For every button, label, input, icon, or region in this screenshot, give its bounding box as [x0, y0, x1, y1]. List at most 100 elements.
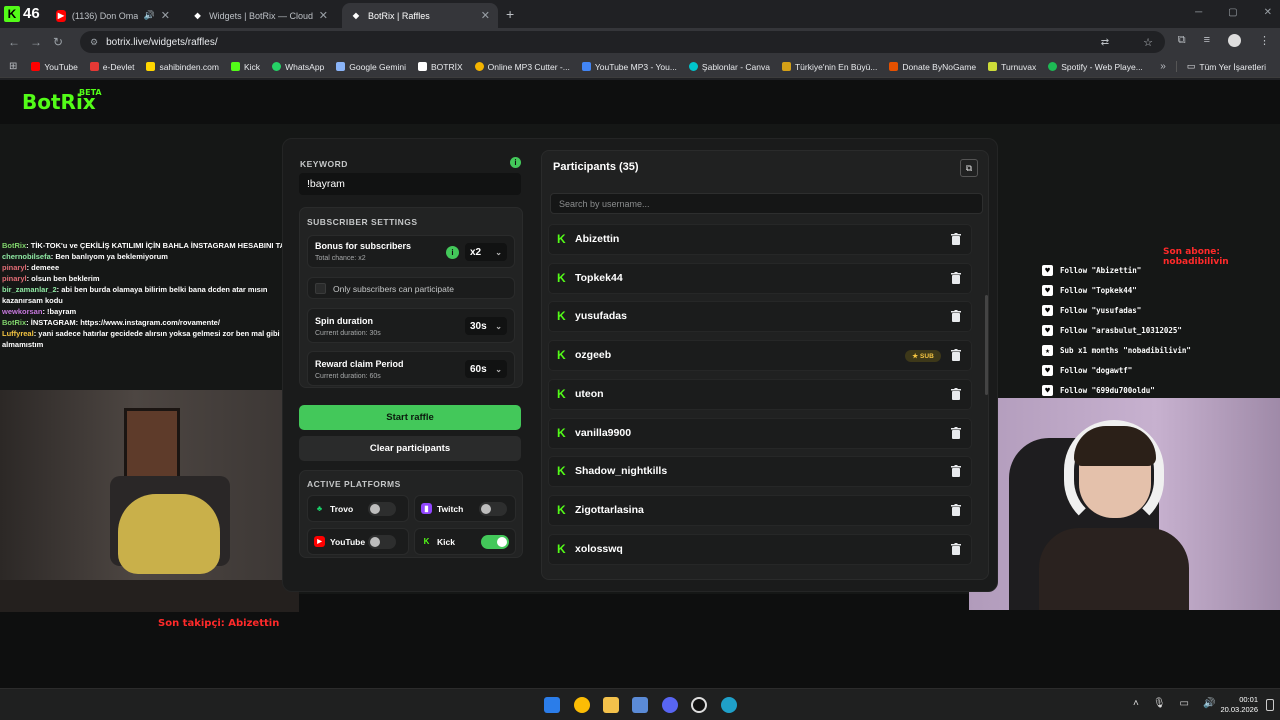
chat-line: chernobilsefa: Ben banlıyom ya beklemiyo…	[0, 251, 300, 262]
kick-toggle[interactable]	[481, 535, 509, 549]
chevron-up-icon[interactable]: ˄	[1133, 698, 1139, 709]
close-window-icon[interactable]: ✕	[1264, 7, 1272, 18]
kick-icon: K	[557, 232, 566, 246]
start-raffle-button[interactable]: Start raffle	[299, 405, 521, 430]
keyword-label: KEYWORD	[300, 159, 348, 169]
twitch-toggle[interactable]	[479, 502, 507, 516]
trash-icon[interactable]	[951, 233, 961, 245]
clear-participants-button[interactable]: Clear participants	[299, 436, 521, 461]
scrollbar[interactable]	[985, 295, 988, 395]
spin-select[interactable]: 30s ⌄	[465, 317, 507, 335]
site-info-icon[interactable]: ⚙	[90, 37, 98, 48]
profile-avatar[interactable]	[1228, 34, 1241, 47]
spin-setting: Spin duration Current duration: 30s 30s ⌄	[307, 308, 515, 343]
all-bookmarks[interactable]: ▭ Tüm Yer İşaretleri	[1175, 61, 1272, 72]
notification-icon[interactable]	[1266, 699, 1274, 711]
tab-widgets[interactable]: ◆ Widgets | BotRix — Cloud Strea ✕	[184, 3, 336, 28]
toolbar-actions: ⧉ ≡ ⋮	[1178, 34, 1270, 47]
bookmark-item[interactable]: Türkiye'nin En Büyü...	[776, 62, 883, 72]
trash-icon[interactable]	[951, 503, 961, 516]
trash-icon[interactable]	[951, 349, 961, 362]
tab-youtube[interactable]: ▶ (1136) Don Omar - Danza K 🔊 ✕	[48, 3, 178, 28]
select-value: 60s	[470, 363, 487, 375]
bookmark-item[interactable]: YouTube	[25, 62, 83, 72]
canva-icon	[688, 62, 698, 71]
bookmark-star-icon[interactable]: ☆	[1143, 36, 1153, 49]
event-text: Follow "Topkek44"	[1060, 285, 1137, 295]
menu-icon[interactable]: ⋮	[1259, 34, 1270, 47]
back-icon[interactable]: ←	[3, 35, 25, 49]
close-icon[interactable]: ✕	[319, 9, 328, 22]
chat-user: bir_zamanlar_2	[2, 285, 57, 294]
participant-search-input[interactable]: Search by username...	[550, 193, 983, 214]
forward-icon[interactable]: →	[25, 35, 47, 49]
trash-icon[interactable]	[951, 310, 961, 323]
bookmark-item[interactable]: Turnuvax	[982, 62, 1042, 72]
page-content: BotRix BETA BotRix: TİK-TOK'u ve ÇEKİLİŞ…	[0, 80, 1280, 688]
active-platforms-card: ACTIVE PLATFORMS ♣ Trovo ▮ Twitch ▶ YouT…	[299, 470, 523, 558]
app-icon[interactable]	[632, 697, 648, 713]
info-icon[interactable]: i	[446, 246, 459, 259]
bookmark-item[interactable]: Spotify - Web Playe...	[1042, 62, 1149, 72]
toggle-knob	[370, 504, 380, 514]
bookmark-item[interactable]: Donate ByNoGame	[883, 62, 982, 72]
only-subs-setting[interactable]: Only subscribers can participate	[307, 277, 515, 299]
youtube-toggle[interactable]	[368, 535, 396, 549]
trash-icon[interactable]	[951, 426, 961, 439]
edge-icon[interactable]	[721, 697, 737, 713]
bookmark-item[interactable]: Kick	[225, 62, 266, 72]
bonus-select[interactable]: x2 ⌄	[465, 243, 507, 261]
bookmark-item[interactable]: sahibinden.com	[140, 62, 225, 72]
bookmark-item[interactable]: WhatsApp	[266, 62, 330, 72]
network-icon[interactable]: ▭	[1180, 698, 1189, 709]
clock[interactable]: 00:01 20.03.2026	[1220, 695, 1258, 715]
subscriber-settings-card: SUBSCRIBER SETTINGS Bonus for subscriber…	[299, 207, 523, 388]
info-icon[interactable]: i	[510, 157, 521, 168]
reload-icon[interactable]: ↻	[47, 35, 69, 49]
new-tab-button[interactable]: +	[506, 6, 514, 22]
chrome-icon[interactable]	[574, 697, 590, 713]
kick-badge[interactable]: K 46	[4, 5, 40, 22]
extensions-icon[interactable]: ⧉	[1178, 34, 1186, 47]
bookmark-label: Tüm Yer İşaretleri	[1199, 61, 1266, 72]
bookmark-item[interactable]: BOTRİX	[412, 62, 469, 72]
bookmark-item[interactable]: Şablonlar - Canva	[683, 62, 776, 72]
copy-icon[interactable]: ⧉	[960, 159, 978, 177]
microphone-icon[interactable]: 🎙	[1153, 698, 1166, 709]
only-subs-checkbox[interactable]	[315, 283, 326, 294]
trash-icon[interactable]	[951, 271, 961, 284]
bookmark-item[interactable]: e-Devlet	[84, 62, 141, 72]
reward-setting: Reward claim Period Current duration: 60…	[307, 351, 515, 386]
bookmarks-overflow[interactable]: »	[1150, 61, 1176, 72]
kick-icon: K	[557, 541, 566, 556]
trash-icon[interactable]	[951, 465, 961, 478]
discord-icon[interactable]	[662, 697, 678, 713]
address-bar[interactable]: ⚙ botrix.live/widgets/raffles/ ⇄ ☆	[80, 31, 1165, 53]
close-icon[interactable]: ✕	[481, 9, 490, 22]
reward-select[interactable]: 60s ⌄	[465, 360, 507, 378]
translate-icon[interactable]: ⇄	[1101, 37, 1109, 48]
trash-icon[interactable]	[951, 542, 961, 555]
speaker-icon[interactable]: 🔊	[144, 10, 155, 21]
platform-twitch: ▮ Twitch	[414, 495, 516, 522]
trovo-toggle[interactable]	[368, 502, 396, 516]
close-icon[interactable]: ✕	[161, 9, 170, 22]
bookmark-item[interactable]: Google Gemini	[330, 62, 412, 72]
obs-icon[interactable]	[691, 697, 707, 713]
apps-icon[interactable]: ⊞	[0, 61, 25, 72]
turnuvax-icon	[988, 62, 998, 71]
media-icon[interactable]: ≡	[1204, 34, 1210, 47]
keyword-input[interactable]: !bayram	[299, 173, 521, 195]
tab-raffles[interactable]: ◆ BotRix | Raffles ✕	[342, 3, 498, 28]
trash-icon[interactable]	[951, 387, 961, 400]
minimize-icon[interactable]: ─	[1195, 7, 1202, 18]
kick-icon: K	[557, 386, 566, 401]
start-icon[interactable]	[544, 697, 560, 713]
maximize-icon[interactable]: ▢	[1228, 7, 1237, 18]
file-explorer-icon[interactable]	[603, 697, 619, 713]
chat-user: pinaryl	[2, 274, 27, 283]
bookmark-item[interactable]: YouTube MP3 - You...	[576, 62, 683, 72]
volume-icon[interactable]: 🔊	[1203, 698, 1215, 709]
bookmark-item[interactable]: Online MP3 Cutter -...	[469, 62, 576, 72]
botrix-logo[interactable]: BotRix BETA	[22, 88, 102, 114]
